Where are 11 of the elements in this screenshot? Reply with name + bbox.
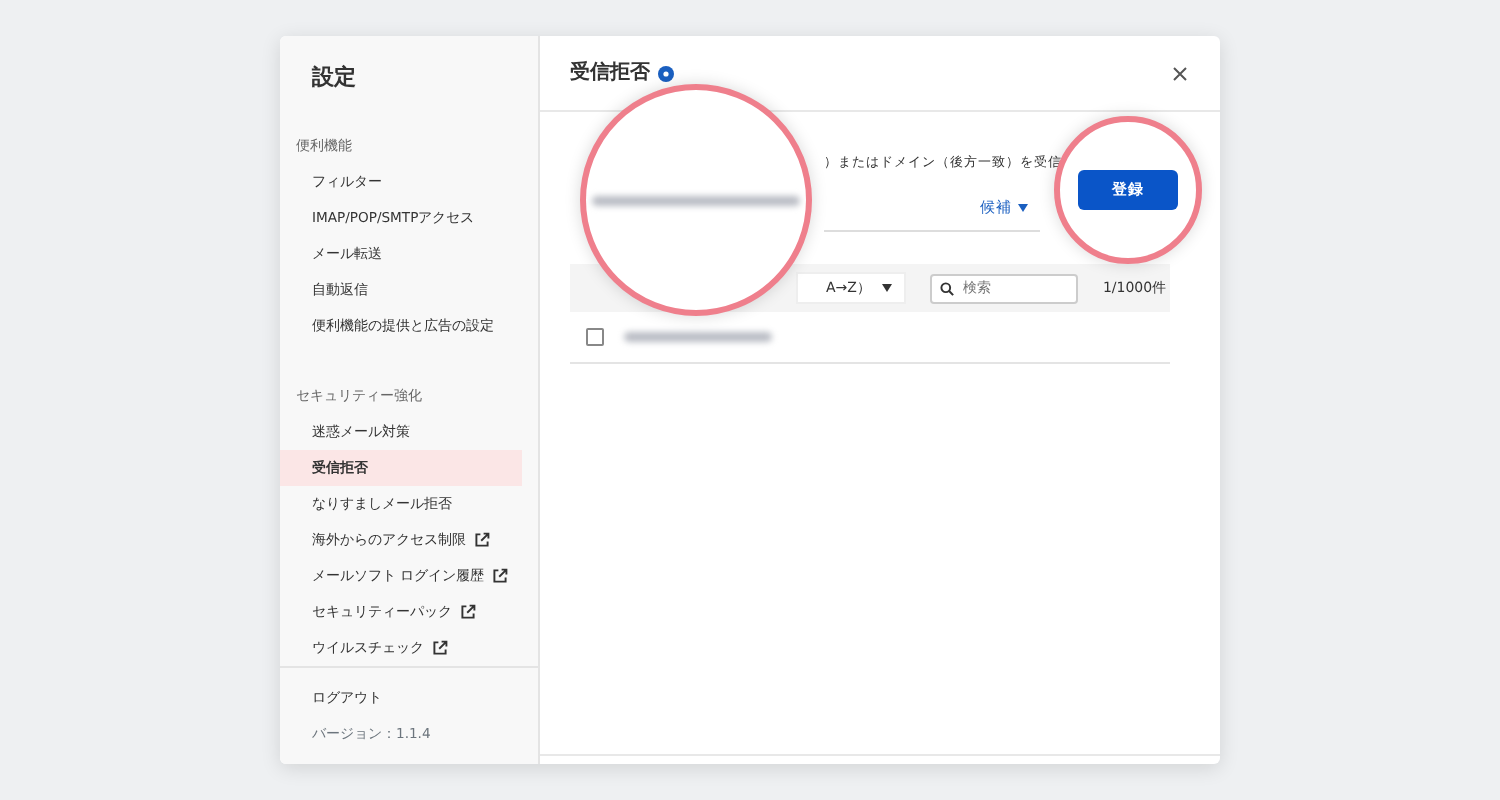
row-checkbox[interactable] xyxy=(586,328,604,346)
caret-icon xyxy=(882,284,893,292)
external-link-icon xyxy=(474,532,490,548)
external-link-icon xyxy=(460,604,476,620)
external-link-icon xyxy=(492,568,509,584)
caret-icon xyxy=(1018,203,1028,211)
help-icon[interactable] xyxy=(658,65,674,81)
close-button[interactable] xyxy=(1170,63,1190,83)
external-link-icon xyxy=(432,640,448,656)
settings-title: 設定 xyxy=(309,62,358,94)
panel-title: 受信拒否 xyxy=(570,59,650,88)
